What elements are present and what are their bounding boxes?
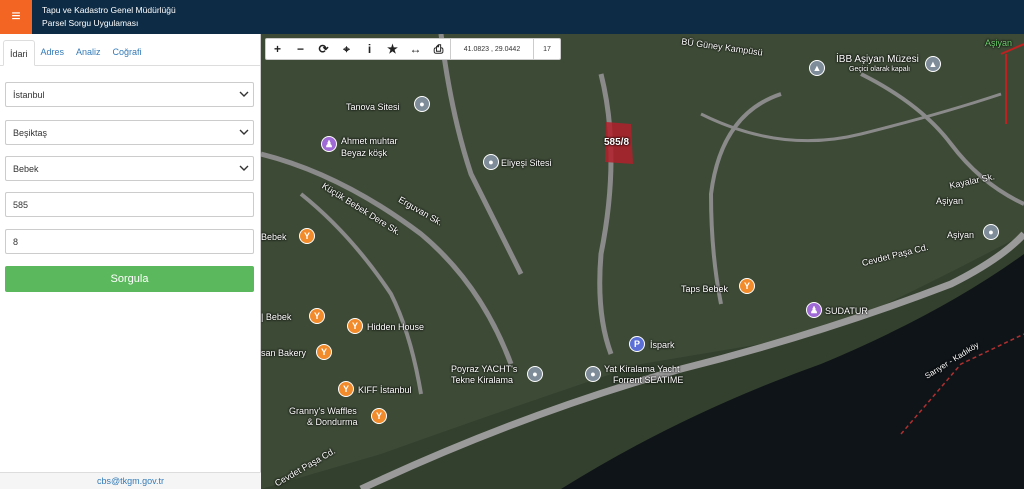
chevron-down-icon: [239, 129, 249, 135]
map-label: Aşiyan: [985, 38, 1013, 48]
parcel-input[interactable]: 8: [5, 229, 254, 254]
chevron-down-icon: [239, 91, 249, 97]
coordinates-readout: 41.0823 , 29.0442: [450, 39, 534, 59]
location-pin-icon[interactable]: ●: [983, 224, 999, 240]
info-button[interactable]: i: [358, 39, 381, 59]
location-pin-icon[interactable]: ●: [585, 366, 601, 382]
tab-idari[interactable]: İdari: [3, 40, 35, 66]
app-titles: Tapu ve Kadastro Genel Müdürlüğü Parsel …: [42, 4, 176, 30]
app-subtitle: Parsel Sorgu Uygulaması: [42, 18, 139, 28]
zoom-in-button[interactable]: +: [266, 39, 289, 59]
locate-button[interactable]: ⌖: [335, 39, 358, 59]
landmark-icon[interactable]: ♟: [321, 136, 337, 152]
parking-icon[interactable]: P: [629, 336, 645, 352]
restaurant-icon[interactable]: Y: [309, 308, 325, 324]
district-value: Beşiktaş: [13, 127, 48, 138]
neighborhood-value: Bebek: [13, 163, 39, 174]
menu-icon: ≡: [11, 8, 21, 25]
map-label: Bebek: [261, 232, 287, 242]
app-header: ≡ Tapu ve Kadastro Genel Müdürlüğü Parse…: [0, 0, 1024, 34]
map-label: Yat Kiralama Yacht: [604, 364, 680, 374]
province-value: İstanbul: [13, 89, 45, 100]
province-select[interactable]: İstanbul: [5, 82, 254, 107]
map-label: İspark: [650, 340, 675, 350]
map-label: KIFF İstanbul: [358, 385, 412, 395]
chevron-down-icon: [239, 165, 249, 171]
map-label: Poyraz YACHT's: [451, 364, 518, 374]
measure-button[interactable]: ↔: [404, 39, 427, 59]
map-label: Tekne Kiralama: [451, 375, 514, 385]
district-select[interactable]: Beşiktaş: [5, 120, 254, 145]
map-toolbar: + − ⟳ ⌖ i ★ ↔ ⎙ 41.0823 , 29.0442 17: [265, 38, 561, 60]
parcel-label[interactable]: 585/8: [604, 137, 629, 148]
app-title: Tapu ve Kadastro Genel Müdürlüğü: [42, 5, 176, 15]
landmark-icon[interactable]: ♟: [806, 302, 822, 318]
menu-button[interactable]: ≡: [0, 0, 32, 34]
map-label: Granny's Waffles: [289, 406, 357, 416]
restaurant-icon[interactable]: Y: [299, 228, 315, 244]
refresh-button[interactable]: ⟳: [312, 39, 335, 59]
location-pin-icon[interactable]: ●: [414, 96, 430, 112]
restaurant-icon[interactable]: Y: [316, 344, 332, 360]
map-label: Aşiyan: [947, 230, 975, 240]
print-button[interactable]: ⎙: [427, 39, 450, 59]
bookmark-button[interactable]: ★: [381, 39, 404, 59]
map-label: Forrent SEATIME: [613, 375, 684, 385]
zoom-out-button[interactable]: −: [289, 39, 312, 59]
map-label: san Bakery: [261, 348, 307, 358]
map-label: Geçici olarak kapalı: [849, 66, 911, 73]
sidebar: İdari Adres Analiz Coğrafi İstanbul Beşi…: [0, 34, 261, 489]
bar-icon[interactable]: Y: [739, 278, 755, 294]
restaurant-icon[interactable]: Y: [338, 381, 354, 397]
tab-adres[interactable]: Adres: [35, 39, 71, 65]
footer-email[interactable]: cbs@tkgm.gov.tr: [0, 472, 261, 489]
museum-icon[interactable]: ▲: [809, 60, 825, 76]
map-label: | Bebek: [261, 312, 292, 322]
neighborhood-select[interactable]: Bebek: [5, 156, 254, 181]
map-label: Aşiyan: [936, 196, 964, 206]
restaurant-icon[interactable]: Y: [347, 318, 363, 334]
query-button[interactable]: Sorgula: [5, 266, 254, 292]
map-label: Hidden House: [367, 322, 425, 332]
map-label: Beyaz köşk: [341, 148, 388, 158]
restaurant-icon[interactable]: Y: [371, 408, 387, 424]
map-label: Eliyeşi Sitesi: [501, 158, 552, 168]
museum-icon[interactable]: ▲: [925, 56, 941, 72]
map-label: Ahmet muhtar: [341, 136, 398, 146]
zoom-level: 17: [543, 45, 551, 53]
map-label: İBB Aşiyan Müzesi: [836, 54, 919, 65]
map-view[interactable]: + − ⟳ ⌖ i ★ ↔ ⎙ 41.0823 , 29.0442 17 585…: [261, 34, 1024, 489]
map-label: & Dondurma: [307, 417, 358, 427]
map-label: SUDATUR: [825, 306, 868, 316]
location-pin-icon[interactable]: ●: [527, 366, 543, 382]
tab-cografi[interactable]: Coğrafi: [107, 39, 148, 65]
tab-bar: İdari Adres Analiz Coğrafi: [0, 34, 260, 66]
map-label: Taps Bebek: [681, 284, 729, 294]
map-label: Tanova Sitesi: [346, 102, 400, 112]
tab-analiz[interactable]: Analiz: [70, 39, 107, 65]
block-input[interactable]: 585: [5, 192, 254, 217]
location-pin-icon[interactable]: ●: [483, 154, 499, 170]
